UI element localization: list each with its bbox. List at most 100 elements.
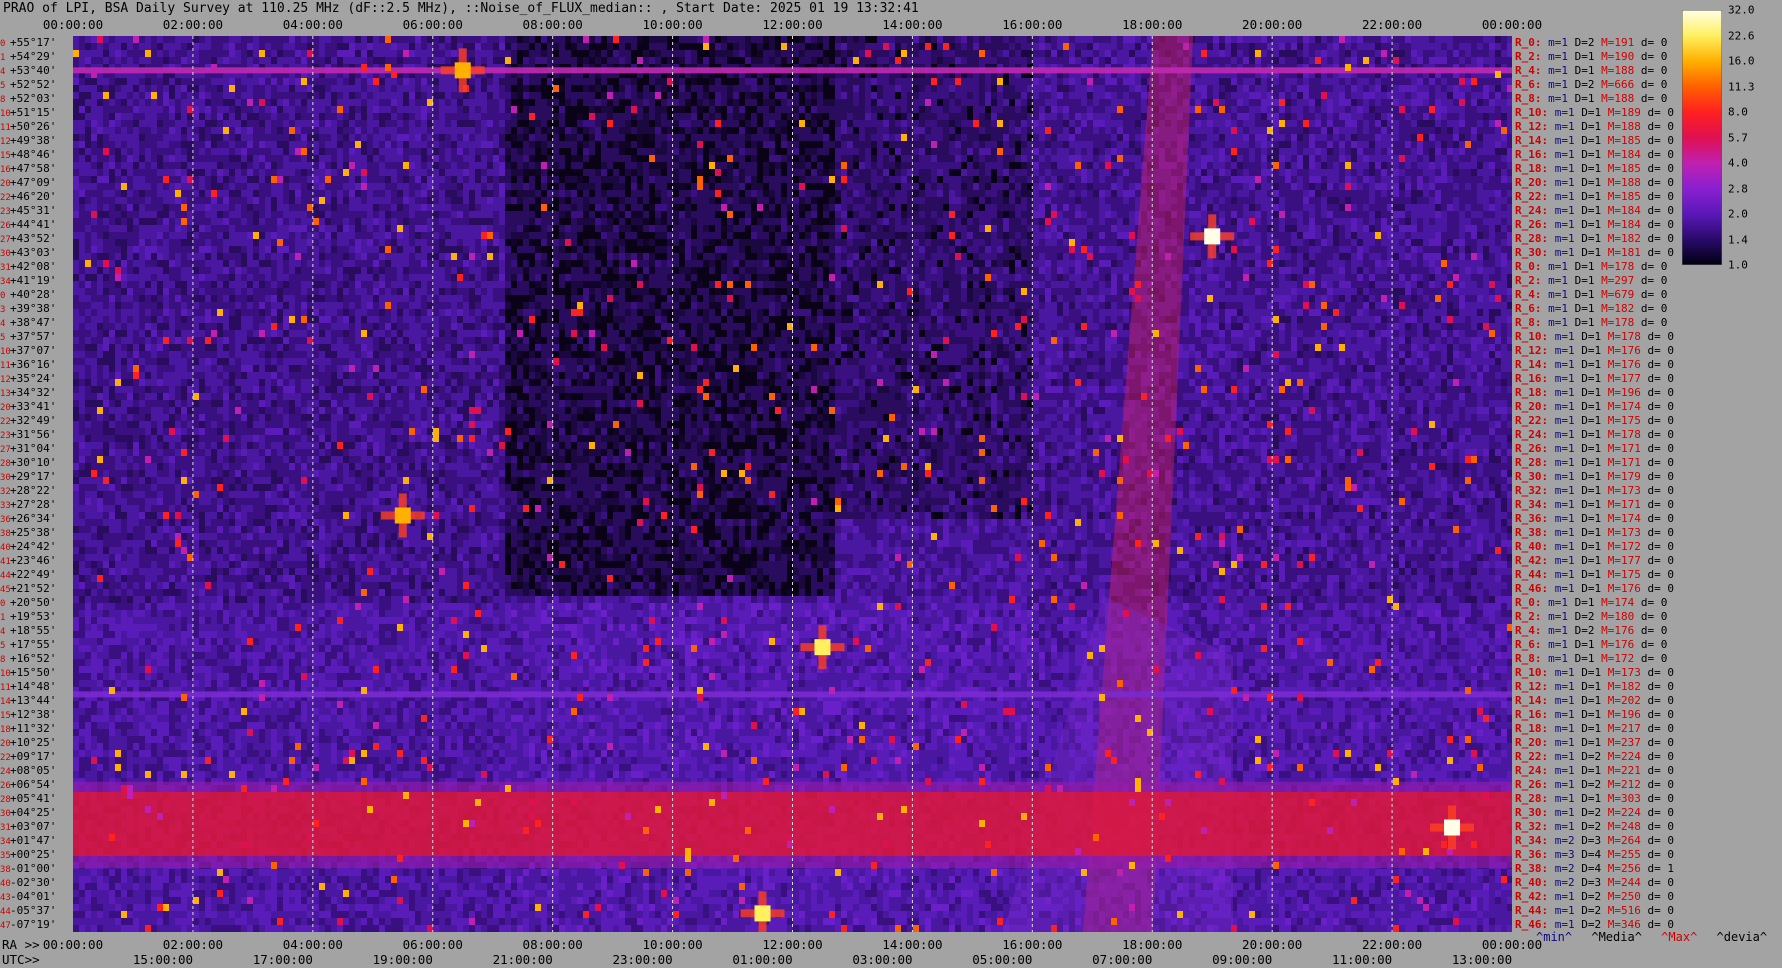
heatmap-cell	[781, 57, 787, 64]
heatmap-cell	[1471, 113, 1477, 120]
heatmap-cell	[853, 176, 859, 183]
heatmap-cell	[649, 169, 655, 176]
heatmap-cell	[1411, 127, 1417, 134]
heatmap-cell	[985, 176, 991, 183]
heatmap-cell	[997, 85, 1003, 92]
heatmap-cell	[367, 127, 373, 134]
heatmap-cell	[313, 155, 319, 162]
heatmap-cell	[79, 113, 85, 120]
heatmap-cell	[319, 169, 325, 176]
heatmap-cell	[1117, 176, 1123, 183]
heatmap-cell	[151, 57, 157, 64]
heatmap-cell	[751, 162, 757, 169]
heatmap-cell	[763, 120, 769, 127]
heatmap-cell	[199, 169, 205, 176]
heatmap-cell	[859, 134, 865, 141]
top-tick-label: 14:00:00	[882, 17, 942, 32]
heatmap-cell	[379, 127, 385, 134]
heatmap-cell	[853, 148, 859, 155]
heatmap-cell	[1231, 120, 1237, 127]
heatmap-cell	[283, 57, 289, 64]
heatmap-cell	[133, 176, 139, 183]
heatmap-cell	[97, 169, 103, 176]
heatmap-cell	[415, 155, 421, 162]
heatmap-cell	[1351, 78, 1357, 85]
heatmap-cell	[733, 36, 739, 43]
heatmap-cell	[1351, 155, 1357, 162]
heatmap-cell	[841, 113, 847, 120]
heatmap-cell	[475, 127, 481, 134]
heatmap-cell	[979, 148, 985, 155]
heatmap-cell	[1393, 106, 1399, 113]
heatmap-cell	[1435, 36, 1441, 43]
heatmap-cell	[1045, 113, 1051, 120]
heatmap-cell	[811, 134, 817, 141]
heatmap-cell	[1393, 120, 1399, 127]
heatmap-cell	[1477, 155, 1483, 162]
heatmap-cell	[475, 43, 481, 50]
heatmap-cell	[565, 78, 571, 85]
heatmap-cell	[1291, 78, 1297, 85]
heatmap-cell	[1057, 113, 1063, 120]
heatmap-cell	[1243, 176, 1249, 183]
heatmap-cell	[541, 183, 547, 190]
heatmap-cell	[379, 134, 385, 141]
heatmap-cell	[841, 57, 847, 64]
heatmap-cell	[583, 92, 589, 99]
declination-index: 4	[0, 317, 10, 331]
heatmap-cell	[733, 106, 739, 113]
heatmap-cell	[1339, 141, 1345, 148]
heatmap-cell	[1255, 141, 1261, 148]
heatmap-cell	[469, 141, 475, 148]
heatmap-cell	[1351, 162, 1357, 169]
heatmap-cell	[1111, 106, 1117, 113]
declination-label: 0 +20°50'	[0, 596, 56, 610]
heatmap-cell	[1279, 78, 1285, 85]
heatmap-cell	[913, 36, 919, 43]
heatmap-cell	[1441, 120, 1447, 127]
heatmap-cell	[595, 183, 601, 190]
heatmap-cell	[1093, 148, 1099, 155]
heatmap-cell	[655, 50, 661, 57]
heatmap-cell	[481, 57, 487, 64]
heatmap-cell	[295, 43, 301, 50]
heatmap-cell	[373, 85, 379, 92]
heatmap-cell	[973, 148, 979, 155]
heatmap-cell	[415, 36, 421, 43]
heatmap-cell	[1075, 57, 1081, 64]
heatmap-cell	[229, 113, 235, 120]
heatmap-cell	[475, 120, 481, 127]
heatmap-cell	[781, 141, 787, 148]
heatmap-cell	[205, 162, 211, 169]
heatmap-cell	[85, 78, 91, 85]
heatmap-cell	[1087, 113, 1093, 120]
heatmap-cell	[1375, 141, 1381, 148]
heatmap-cell	[547, 155, 553, 162]
heatmap-cell	[1459, 162, 1465, 169]
heatmap-cell	[85, 50, 91, 57]
heatmap-cell	[919, 162, 925, 169]
heatmap-cell	[85, 176, 91, 183]
heatmap-cell	[451, 43, 457, 50]
heatmap-cell	[271, 36, 277, 43]
heatmap-cell	[271, 50, 277, 57]
heatmap-cell	[853, 78, 859, 85]
heatmap-cell	[235, 113, 241, 120]
heatmap-cell	[1237, 43, 1243, 50]
heatmap-cell	[1369, 99, 1375, 106]
heatmap-cell	[691, 141, 697, 148]
heatmap-cell	[295, 176, 301, 183]
heatmap-cell	[601, 134, 607, 141]
heatmap-cell	[979, 92, 985, 99]
heatmap-cell	[109, 169, 115, 176]
heatmap-cell	[1429, 169, 1435, 176]
heatmap-cell	[289, 169, 295, 176]
heatmap-cell	[1003, 36, 1009, 43]
heatmap-cell	[1489, 162, 1495, 169]
heatmap-cell	[1219, 85, 1225, 92]
heatmap-cell	[1123, 92, 1129, 99]
heatmap-cell	[1021, 148, 1027, 155]
heatmap-cell	[883, 148, 889, 155]
heatmap-cell	[1453, 57, 1459, 64]
declination-label: 12+49°38'	[0, 134, 56, 148]
